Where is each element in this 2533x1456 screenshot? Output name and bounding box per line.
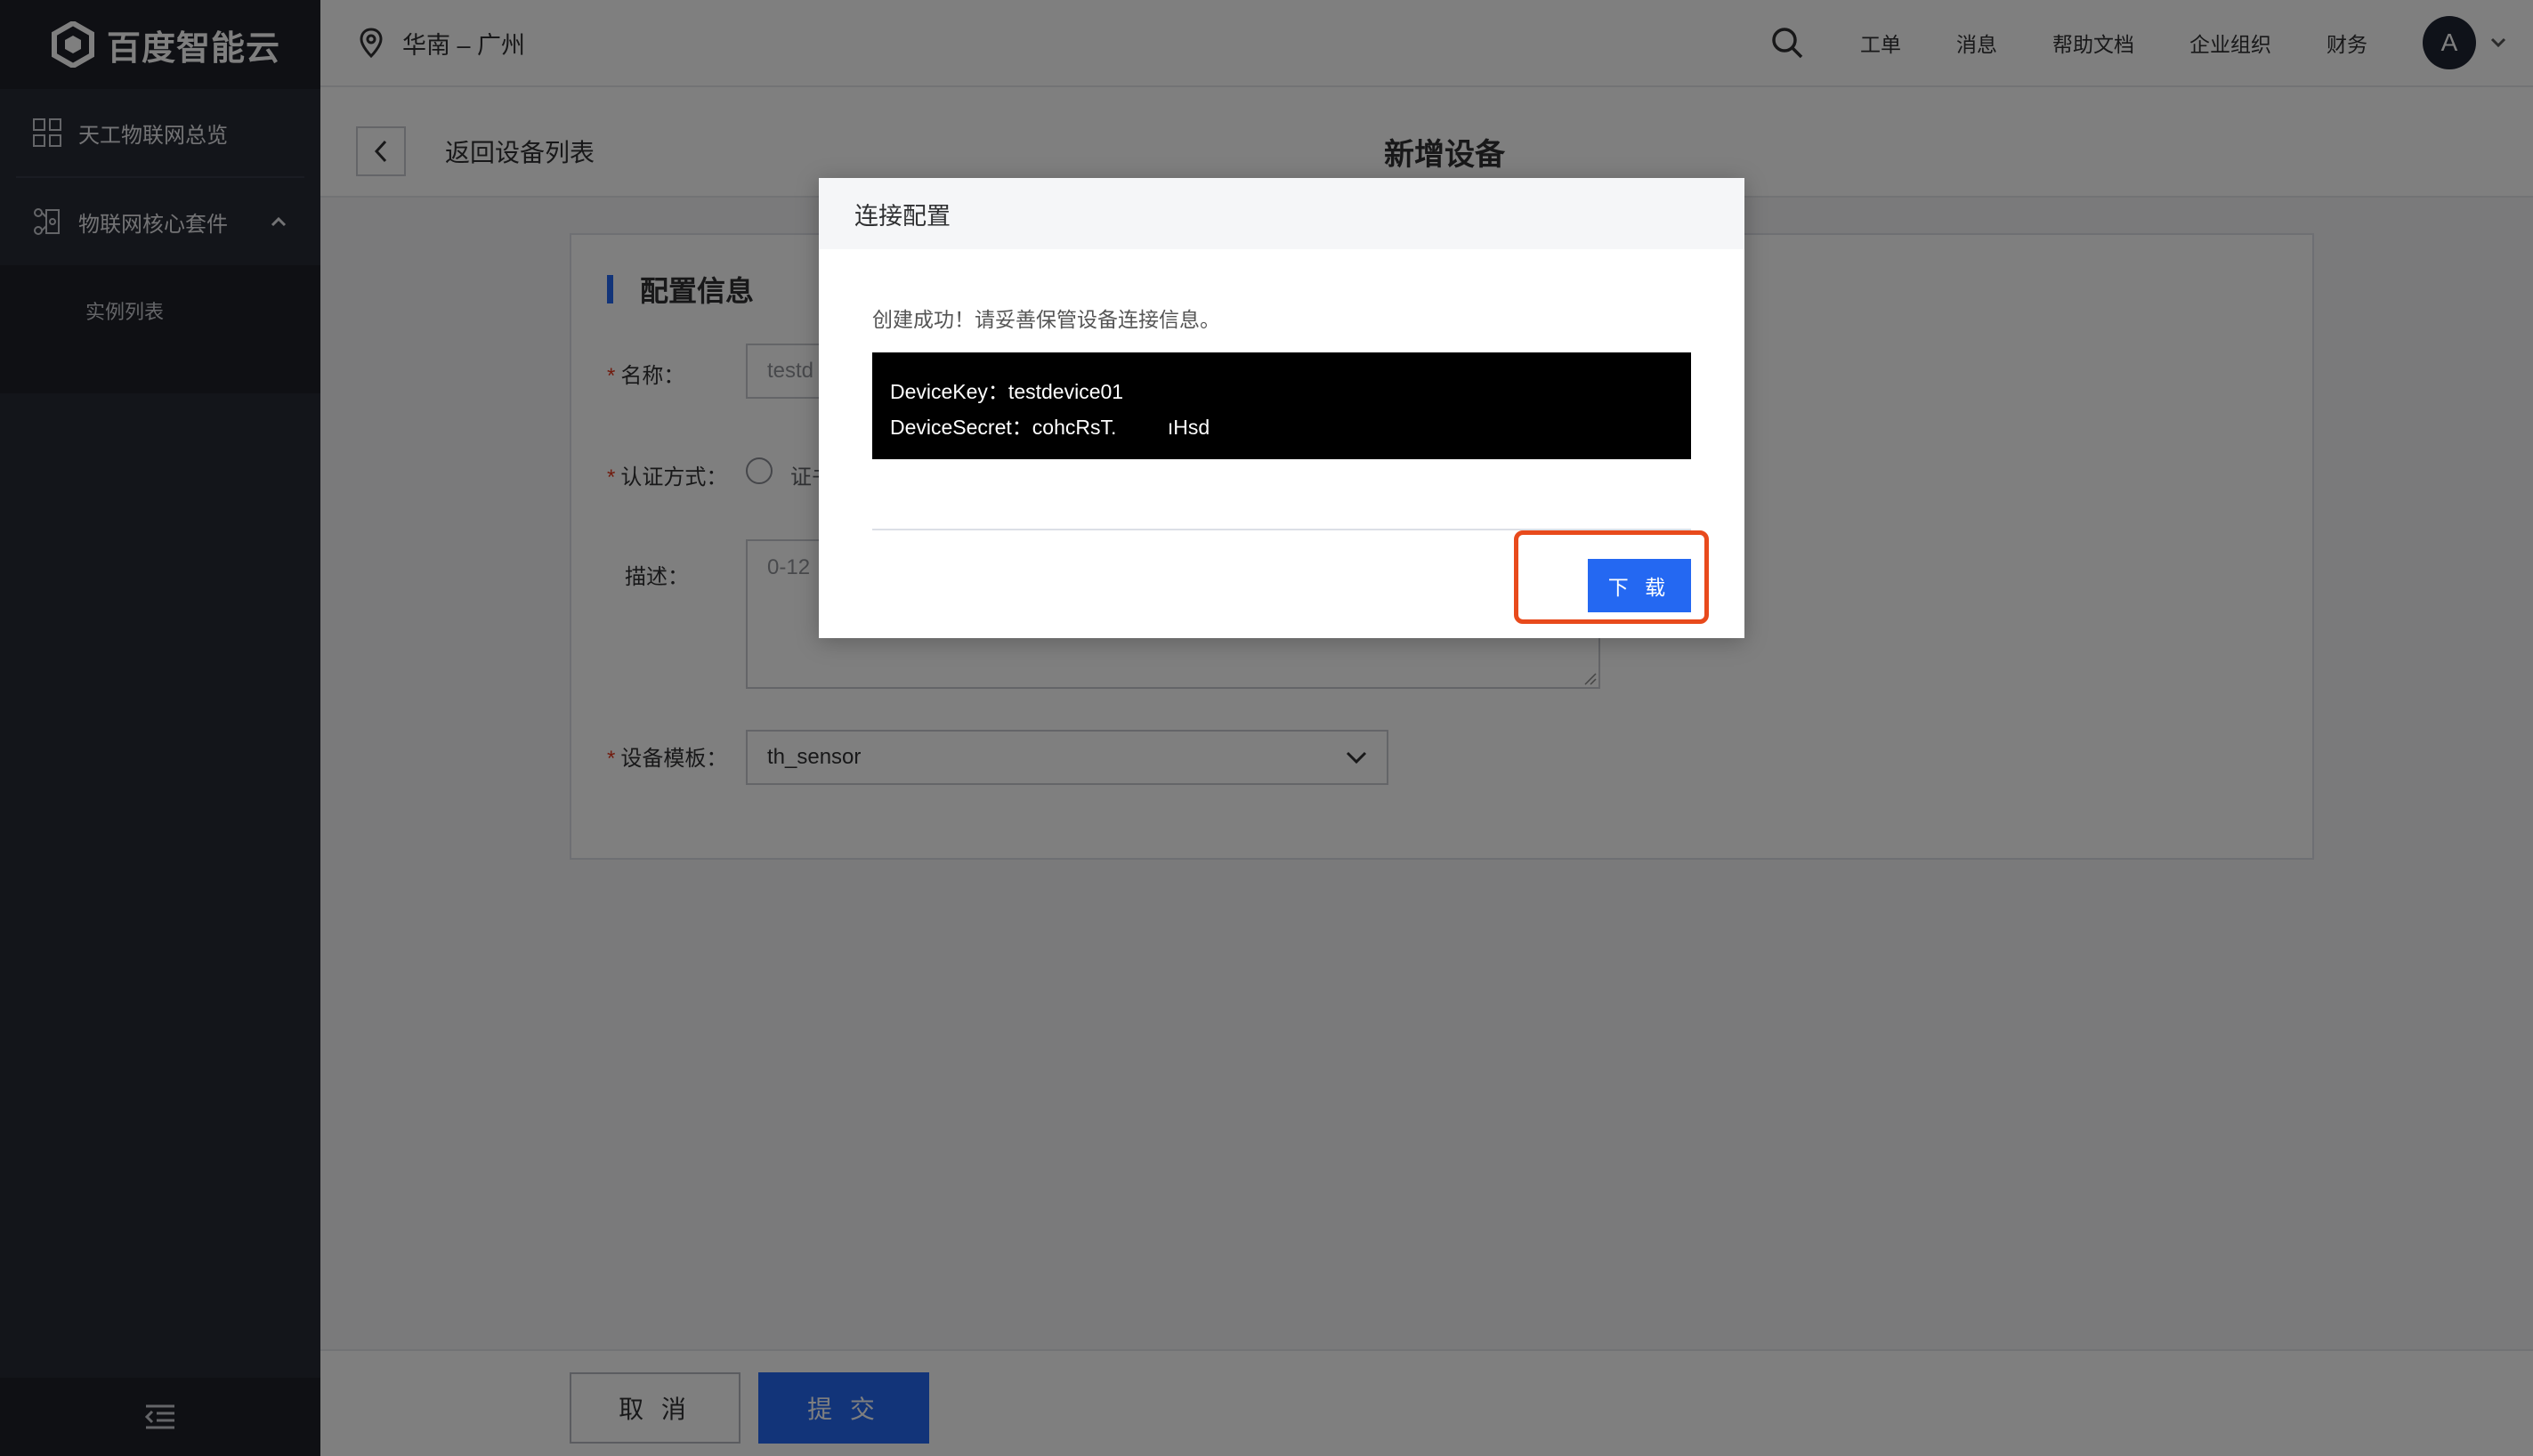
modal-title: 连接配置 xyxy=(854,202,951,230)
download-highlight-box xyxy=(1514,530,1709,624)
credentials-block: DeviceKey：testdevice01 DeviceSecret：cohc… xyxy=(872,352,1691,459)
modal-success-message: 创建成功！请妥善保管设备连接信息。 xyxy=(872,308,1220,331)
modal-header: 连接配置 xyxy=(819,178,1744,249)
device-secret-line: DeviceSecret：cohcRsT. ıHsd xyxy=(890,416,1210,439)
device-key-line: DeviceKey：testdevice01 xyxy=(890,380,1124,403)
